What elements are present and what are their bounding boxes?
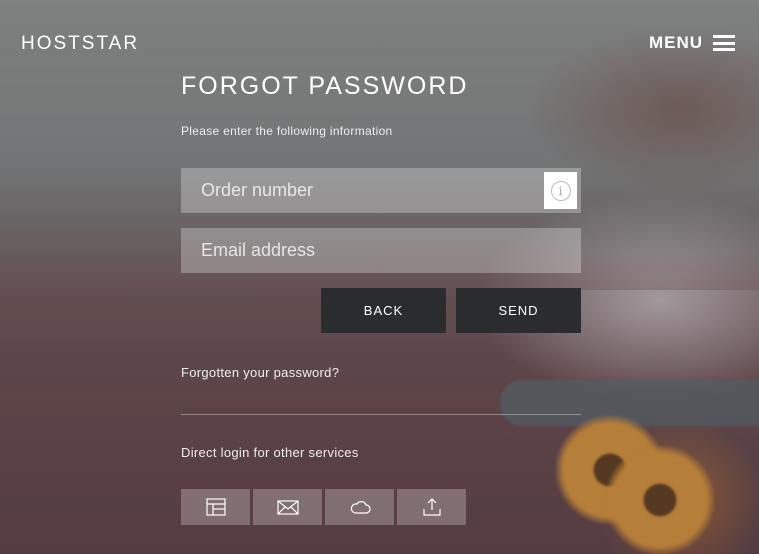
services-bar <box>181 489 466 525</box>
hamburger-icon <box>713 35 735 51</box>
page-title: FORGOT PASSWORD <box>181 72 469 100</box>
menu-label: MENU <box>648 33 703 52</box>
info-icon: i <box>550 180 571 201</box>
service-cloud-button[interactable] <box>325 489 394 525</box>
email-input[interactable] <box>181 228 581 273</box>
upload-icon <box>422 498 441 516</box>
service-upload-button[interactable] <box>397 489 466 525</box>
menu-button[interactable]: MENU <box>649 33 735 53</box>
direct-login-label: Direct login for other services <box>181 445 359 460</box>
forgot-password-link[interactable]: Forgotten your password? <box>181 365 339 380</box>
send-button[interactable]: SEND <box>456 288 581 333</box>
cloud-icon <box>350 501 371 514</box>
order-number-input[interactable] <box>181 168 581 213</box>
logo[interactable]: HOSTSTAR <box>21 33 139 55</box>
divider <box>181 414 581 415</box>
service-mail-button[interactable] <box>253 489 322 525</box>
mail-icon <box>276 500 299 515</box>
layout-icon <box>205 498 226 516</box>
back-button[interactable]: BACK <box>321 288 446 333</box>
form-subtitle: Please enter the following information <box>181 124 393 138</box>
service-layout-button[interactable] <box>181 489 250 525</box>
order-info-button[interactable]: i <box>544 172 577 209</box>
